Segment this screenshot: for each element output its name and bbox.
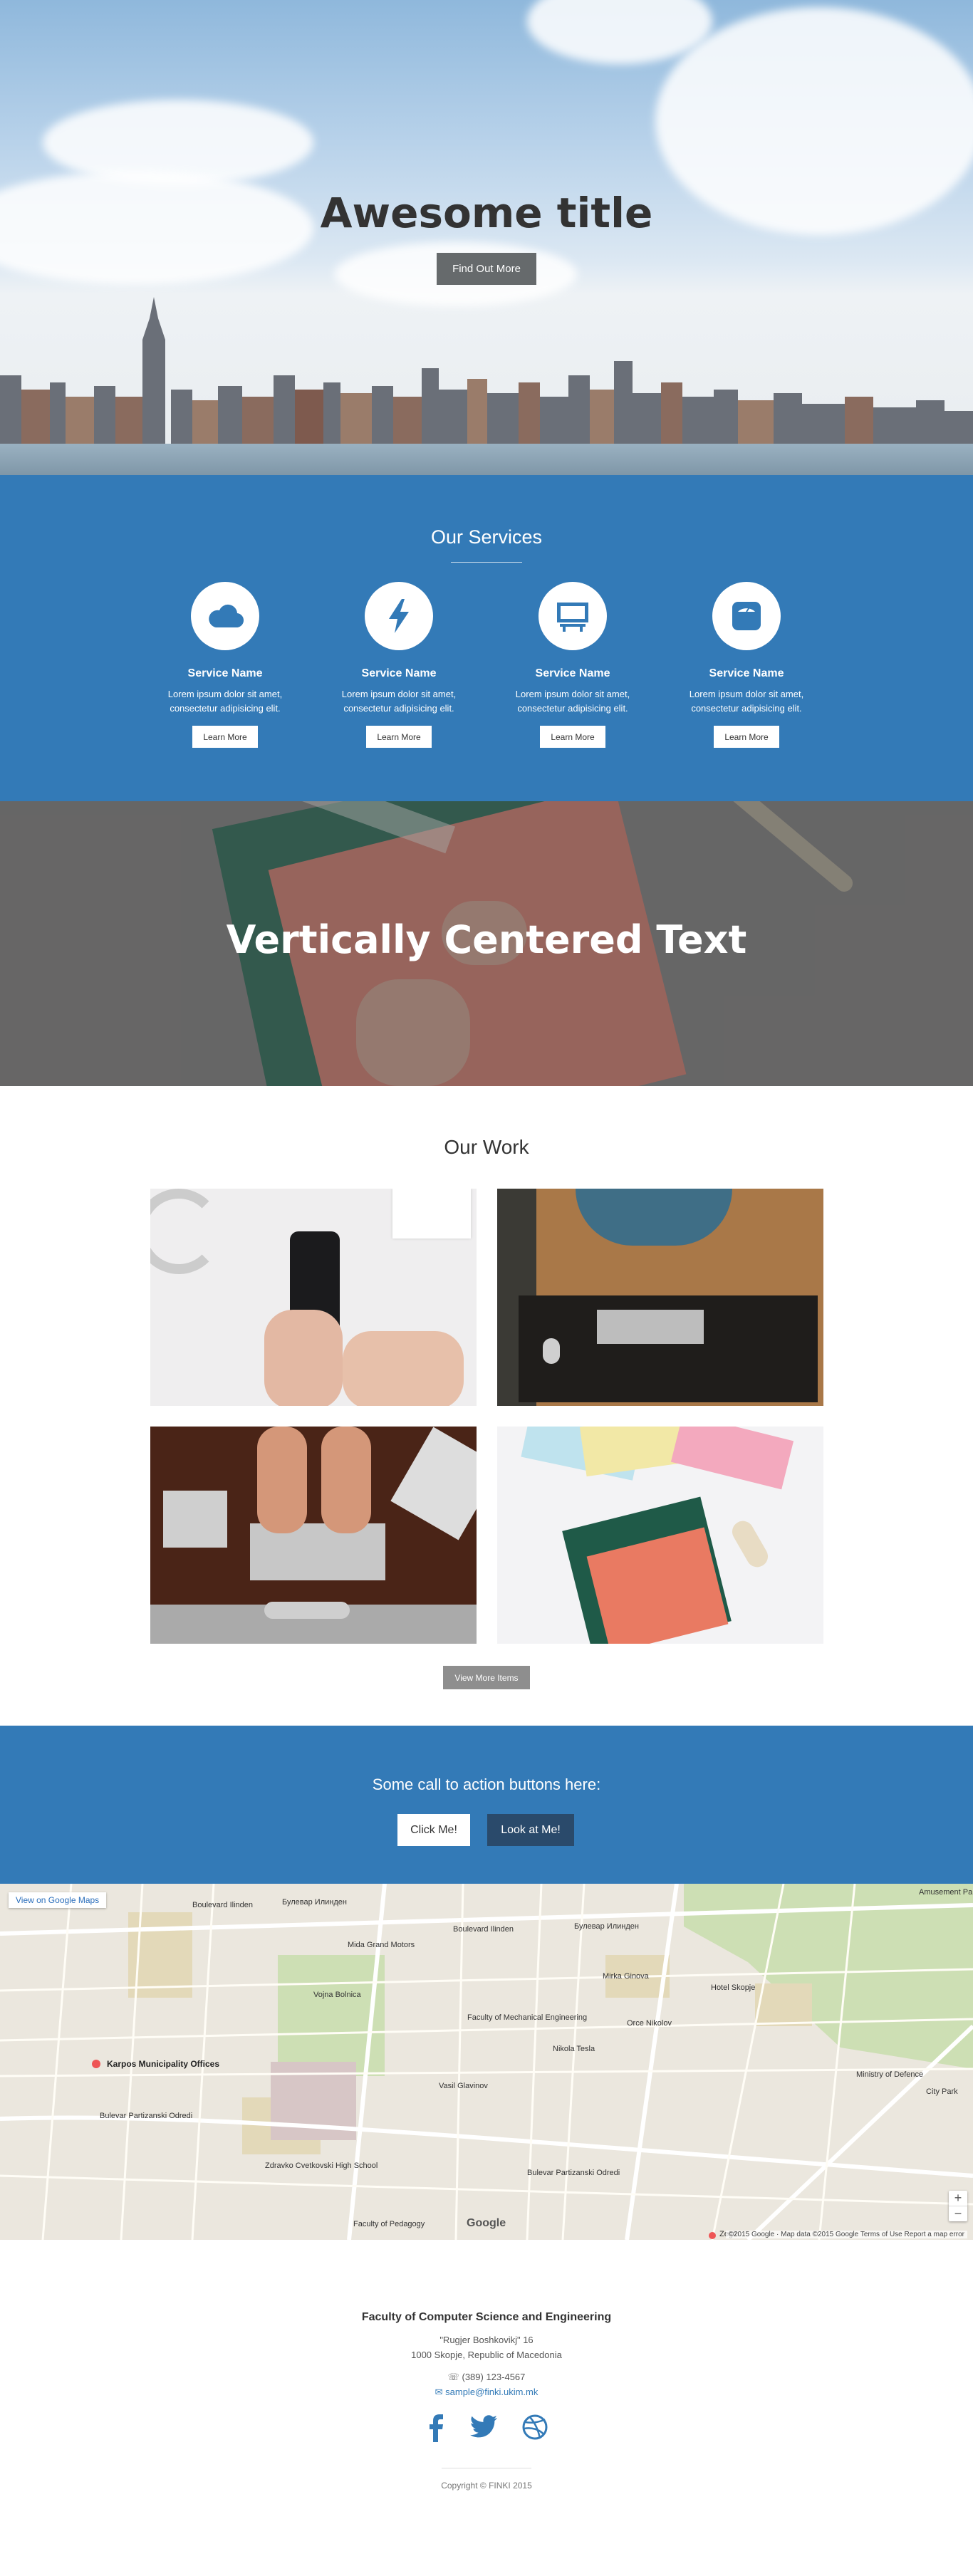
our-work-section: Our Work View More Items [0,1086,973,1726]
learn-more-button[interactable]: Learn More [366,726,432,748]
map-label: Mida Grand Motors [348,1941,415,1949]
service-card: Service Name Lorem ipsum dolor sit amet,… [675,582,818,748]
learn-more-button[interactable]: Learn More [714,726,779,748]
map-label: Faculty of Mechanical Engineering [467,2013,588,2022]
dribbble-icon[interactable] [521,2414,548,2441]
map-label: Bulevar Partizanski Odredi [527,2169,620,2177]
cloud-icon [191,582,259,650]
map-label: City Park [926,2087,958,2096]
service-card: Service Name Lorem ipsum dolor sit amet,… [328,582,470,748]
scale-icon [712,582,781,650]
work-image-paper[interactable] [497,1427,823,1644]
map-label: Mirka Ginova [603,1972,649,1981]
cta-heading: Some call to action buttons here: [372,1775,601,1793]
work-image-phone[interactable] [150,1189,477,1406]
map-label: Karpos Municipality Offices [107,2059,220,2069]
service-card: Service Name Lorem ipsum dolor sit amet,… [154,582,296,748]
vertical-centered-title: Vertically Centered Text [226,917,747,962]
google-map[interactable]: View on Google Maps Karpos Municipality … [0,1884,973,2240]
map-label: Hotel Skopje [711,1983,756,1992]
hero-section: Awesome title Find Out More [0,0,973,475]
map-label: Nikola Tesla [553,2045,595,2053]
work-image-desk[interactable] [497,1189,823,1406]
map-label: Булевар Илинден [574,1922,639,1931]
map-label: Vojna Bolnica [313,1991,361,1999]
learn-more-button[interactable]: Learn More [540,726,605,748]
map-label: Ministry of Defence [856,2070,924,2079]
map-label: Vasil Glavinov [439,2082,488,2090]
facebook-icon[interactable] [425,2414,447,2442]
phone: ☏ (389) 123-4567 [0,2372,973,2383]
map-label: Булевар Илинден [282,1898,347,1907]
service-card: Service Name Lorem ipsum dolor sit amet,… [501,582,644,748]
map-label: Boulevard Ilinden [453,1925,514,1934]
phone-icon: ☏ [447,2372,462,2382]
service-name: Service Name [709,667,784,679]
work-heading: Our Work [444,1136,529,1158]
view-more-items-button[interactable]: View More Items [443,1666,530,1689]
address-line-2: 1000 Skopje, Republic of Macedonia [411,2350,562,2360]
work-image-keyboard[interactable] [150,1427,477,1644]
map-label: Amusement Park (Luna Park) [919,1888,973,1897]
copyright: Copyright © FINKI 2015 [441,2481,532,2491]
service-desc: Lorem ipsum dolor sit amet, consectetur … [689,689,804,714]
social-links [425,2414,548,2442]
google-logo: Google [467,2217,506,2229]
service-name: Service Name [361,667,437,679]
email-link[interactable]: sample@finki.ukim.mk [445,2387,538,2397]
find-out-more-button[interactable]: Find Out More [437,253,536,285]
call-to-action-section: Some call to action buttons here: Click … [0,1726,973,1884]
service-name: Service Name [187,667,263,679]
look-at-me-button[interactable]: Look at Me! [487,1814,574,1846]
footer: Faculty of Computer Science and Engineer… [0,2240,973,2576]
cloud [527,0,712,64]
map-label: Zdravko Cvetkovski High School [265,2162,378,2170]
service-desc: Lorem ipsum dolor sit amet, consectetur … [167,689,283,714]
map-attribution: ©2015 Google · Map data ©2015 Google Ter… [725,2231,967,2238]
bolt-icon [365,582,433,650]
zoom-in-button[interactable]: + [949,2191,967,2206]
email[interactable]: ✉ sample@finki.ukim.mk [0,2387,973,2398]
services-section: Our Services Service Name Lorem ipsum do… [0,475,973,801]
zoom-out-button[interactable]: − [949,2206,967,2221]
services-heading: Our Services [430,526,543,548]
faculty-name: Faculty of Computer Science and Engineer… [361,2311,612,2323]
river [0,444,973,475]
click-me-button[interactable]: Click Me! [397,1814,470,1846]
map-label: Bulevar Partizanski Odredi [100,2112,193,2120]
divider [451,562,522,563]
hero-title: Awesome title [320,189,653,237]
service-name: Service Name [535,667,610,679]
envelope-icon: ✉ [435,2387,446,2397]
view-on-google-maps-link[interactable]: View on Google Maps [9,1892,107,1908]
vertical-centered-section: Vertically Centered Text [0,801,973,1086]
service-desc: Lorem ipsum dolor sit amet, consectetur … [341,689,457,714]
zoom-control[interactable]: + − [949,2191,967,2221]
learn-more-button[interactable]: Learn More [192,726,258,748]
map-label: Orce Nikolov [627,2019,672,2028]
map-label: Boulevard Ilinden [192,1901,254,1909]
city-skyline [0,297,973,447]
phone-number: (389) 123-4567 [462,2372,526,2382]
service-desc: Lorem ipsum dolor sit amet, consectetur … [515,689,630,714]
map-label: Faculty of Pedagogy [353,2220,425,2228]
address-line-1: "Rugjer Boshkovikj" 16 [439,2335,534,2345]
desktop-icon [538,582,607,650]
twitter-icon[interactable] [470,2414,499,2439]
